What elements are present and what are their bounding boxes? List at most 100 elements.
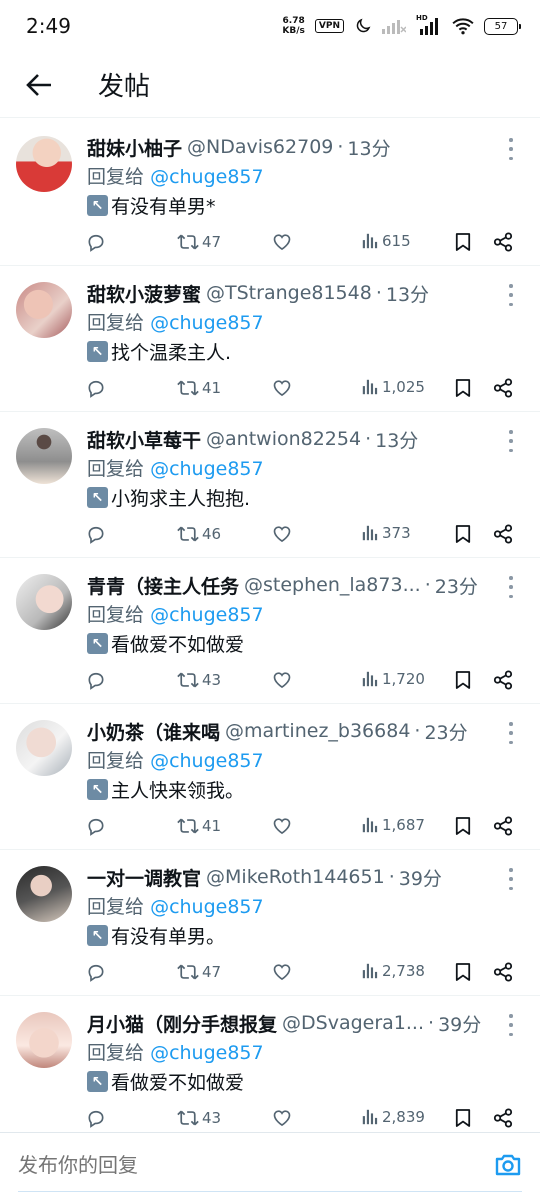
timestamp[interactable]: 23分 xyxy=(424,718,467,745)
like-button[interactable] xyxy=(272,378,292,398)
timestamp[interactable]: 13分 xyxy=(375,426,418,453)
avatar[interactable] xyxy=(16,1012,72,1068)
more-options-button[interactable] xyxy=(502,868,520,890)
timestamp[interactable]: 13分 xyxy=(347,134,390,161)
action-bar: 41 1,025 xyxy=(0,378,540,402)
display-name[interactable]: 一对一调教官 xyxy=(87,864,201,891)
user-handle[interactable]: @MikeRoth144651 xyxy=(206,866,385,888)
retweet-icon xyxy=(177,964,199,980)
like-button[interactable] xyxy=(272,1108,292,1128)
bookmark-button[interactable] xyxy=(455,232,471,252)
like-button[interactable] xyxy=(272,962,292,982)
more-options-button[interactable] xyxy=(502,430,520,452)
analytics-icon xyxy=(362,671,378,687)
like-button[interactable] xyxy=(272,670,292,690)
reply-button[interactable] xyxy=(86,1108,106,1128)
reply-to-link[interactable]: @chuge857 xyxy=(150,458,264,480)
user-handle[interactable]: @TStrange81548 xyxy=(206,282,372,304)
bookmark-button[interactable] xyxy=(455,1108,471,1128)
like-button[interactable] xyxy=(272,816,292,836)
retweet-button[interactable]: 41 xyxy=(177,816,221,836)
tweet-row[interactable]: 甜软小菠萝蜜 @TStrange81548 · 13分 回复给 @chuge857 ↖ 找个… xyxy=(0,266,540,412)
share-button[interactable] xyxy=(493,524,513,544)
reply-to-link[interactable]: @chuge857 xyxy=(150,750,264,772)
share-button[interactable] xyxy=(493,670,513,690)
tweet-row[interactable]: 月小猫（刚分手想报复 @DSvagera1... · 39分 回复给 @chuge857… xyxy=(0,996,540,1142)
more-options-button[interactable] xyxy=(502,284,520,306)
share-button[interactable] xyxy=(493,816,513,836)
avatar[interactable] xyxy=(16,720,72,776)
bookmark-button[interactable] xyxy=(455,816,471,836)
more-options-button[interactable] xyxy=(502,576,520,598)
reply-to-link[interactable]: @chuge857 xyxy=(150,1042,264,1064)
reply-input[interactable] xyxy=(18,1153,458,1177)
display-name[interactable]: 甜软小菠萝蜜 xyxy=(87,280,201,307)
timestamp[interactable]: 13分 xyxy=(386,280,429,307)
avatar[interactable] xyxy=(16,136,72,192)
share-button[interactable] xyxy=(493,232,513,252)
bookmark-button[interactable] xyxy=(455,670,471,690)
reply-button[interactable] xyxy=(86,378,106,398)
reply-button[interactable] xyxy=(86,232,106,252)
share-button[interactable] xyxy=(493,378,513,398)
retweet-button[interactable]: 43 xyxy=(177,670,221,690)
timestamp[interactable]: 39分 xyxy=(438,1010,481,1037)
timestamp[interactable]: 23分 xyxy=(435,572,478,599)
reply-to-link[interactable]: @chuge857 xyxy=(150,312,264,334)
share-button[interactable] xyxy=(493,962,513,982)
like-button[interactable] xyxy=(272,232,292,252)
avatar[interactable] xyxy=(16,282,72,338)
reply-button[interactable] xyxy=(86,962,106,982)
retweet-button[interactable]: 47 xyxy=(177,232,221,252)
back-button[interactable] xyxy=(24,70,54,100)
display-name[interactable]: 小奶茶（谁来喝 xyxy=(87,718,220,745)
avatar[interactable] xyxy=(16,574,72,630)
avatar[interactable] xyxy=(16,866,72,922)
user-handle[interactable]: @martinez_b36684 xyxy=(225,720,410,742)
display-name[interactable]: 青青（接主人任务 xyxy=(87,572,239,599)
user-handle[interactable]: @stephen_la873... xyxy=(244,574,421,596)
reply-button[interactable] xyxy=(86,524,106,544)
views-button[interactable]: 2,839 xyxy=(361,1108,425,1126)
separator-dot: · xyxy=(424,574,431,596)
retweet-button[interactable]: 46 xyxy=(177,524,221,544)
reply-to-link[interactable]: @chuge857 xyxy=(150,896,264,918)
retweet-button[interactable]: 43 xyxy=(177,1108,221,1128)
avatar[interactable] xyxy=(16,428,72,484)
share-button[interactable] xyxy=(493,1108,513,1128)
user-handle[interactable]: @DSvagera1... xyxy=(282,1012,424,1034)
views-button[interactable]: 1,720 xyxy=(361,670,425,688)
heart-icon xyxy=(273,818,291,835)
reply-to-link[interactable]: @chuge857 xyxy=(150,166,264,188)
display-name[interactable]: 甜软小草莓干 xyxy=(87,426,201,453)
bookmark-button[interactable] xyxy=(455,378,471,398)
user-handle[interactable]: @NDavis62709 xyxy=(187,136,333,158)
timestamp[interactable]: 39分 xyxy=(399,864,442,891)
tweet-row[interactable]: 一对一调教官 @MikeRoth144651 · 39分 回复给 @chuge857 ↖ 有… xyxy=(0,850,540,996)
tweet-row[interactable]: 甜妹小柚子 @NDavis62709 · 13分 回复给 @chuge857 ↖ 有没有单男… xyxy=(0,120,540,266)
views-button[interactable]: 373 xyxy=(361,524,411,542)
tweet-row[interactable]: 甜软小草莓干 @antwion82254 · 13分 回复给 @chuge857 ↖ 小狗求… xyxy=(0,412,540,558)
reply-prefix: 回复给 xyxy=(87,750,145,772)
more-options-button[interactable] xyxy=(502,722,520,744)
bookmark-button[interactable] xyxy=(455,962,471,982)
views-button[interactable]: 1,687 xyxy=(361,816,425,834)
display-name[interactable]: 甜妹小柚子 xyxy=(87,134,182,161)
display-name[interactable]: 月小猫（刚分手想报复 xyxy=(87,1010,277,1037)
tweet-row[interactable]: 青青（接主人任务 @stephen_la873... · 23分 回复给 @chuge8… xyxy=(0,558,540,704)
tweet-row[interactable]: 小奶茶（谁来喝 @martinez_b36684 · 23分 回复给 @chuge857… xyxy=(0,704,540,850)
user-handle[interactable]: @antwion82254 xyxy=(206,428,361,450)
views-button[interactable]: 2,738 xyxy=(361,962,425,980)
like-button[interactable] xyxy=(272,524,292,544)
retweet-button[interactable]: 47 xyxy=(177,962,221,982)
retweet-button[interactable]: 41 xyxy=(177,378,221,398)
bookmark-button[interactable] xyxy=(455,524,471,544)
views-button[interactable]: 1,025 xyxy=(361,378,425,396)
reply-button[interactable] xyxy=(86,816,106,836)
reply-to-link[interactable]: @chuge857 xyxy=(150,604,264,626)
camera-button[interactable] xyxy=(494,1152,522,1182)
reply-button[interactable] xyxy=(86,670,106,690)
more-options-button[interactable] xyxy=(502,1014,520,1036)
views-button[interactable]: 615 xyxy=(361,232,411,250)
more-options-button[interactable] xyxy=(502,138,520,160)
